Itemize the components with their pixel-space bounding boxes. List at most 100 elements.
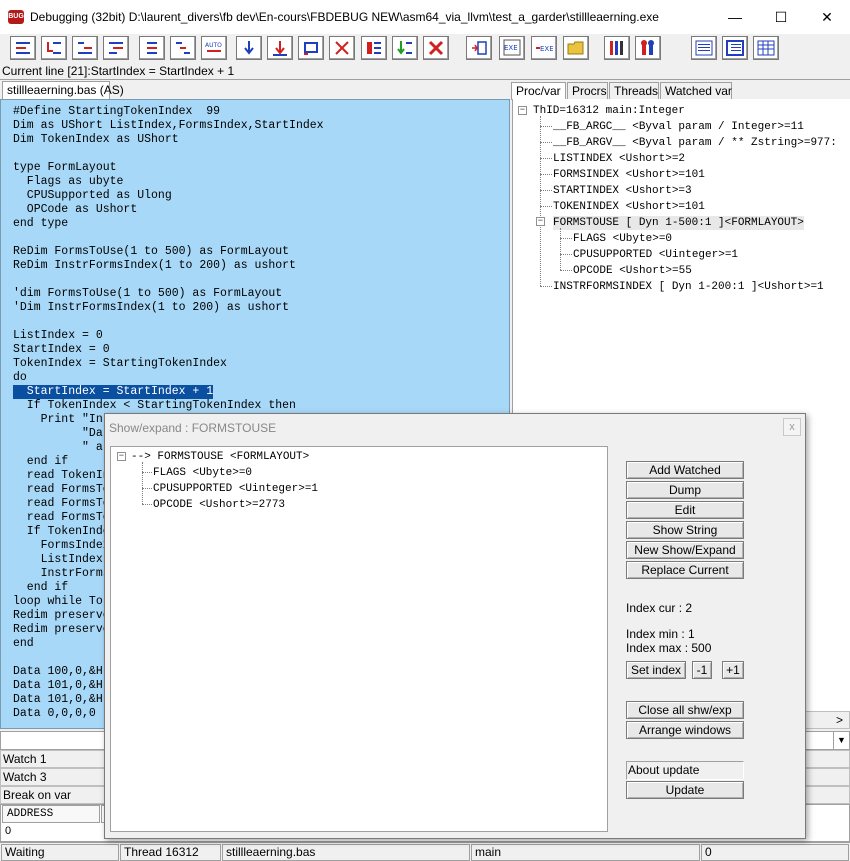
- source-line[interactable]: CPUSupported as Ulong: [13, 189, 172, 203]
- step-button[interactable]: [10, 36, 36, 60]
- close-all-show-expand-button[interactable]: Close all shw/exp: [626, 701, 744, 719]
- source-line[interactable]: "Da: [13, 427, 103, 441]
- tree-node-instrformsindex[interactable]: INSTRFORMSINDEX [ Dyn 1-200:1 ]<Ushort>=…: [553, 280, 824, 294]
- attach-exe-button[interactable]: EXE: [531, 36, 557, 60]
- edit-button[interactable]: Edit: [626, 501, 744, 519]
- source-line[interactable]: OPCode as Ushort: [13, 203, 137, 217]
- dialog-tree-opcode[interactable]: OPCODE <Ushort>=2773: [153, 498, 285, 512]
- source-line[interactable]: " a: [13, 441, 103, 455]
- dialog-tree-cpusupported[interactable]: CPUSUPPORTED <Uinteger>=1: [153, 482, 318, 496]
- replace-current-button[interactable]: Replace Current: [626, 561, 744, 579]
- source-line[interactable]: end: [13, 637, 34, 651]
- run-button[interactable]: [236, 36, 262, 60]
- tree-node-listindex[interactable]: LISTINDEX <Ushort>=2: [553, 152, 685, 166]
- breakpoint-button[interactable]: [361, 36, 387, 60]
- dialog-close-icon[interactable]: x: [783, 418, 801, 436]
- tree-node-fb-argv[interactable]: __FB_ARGV__ <Byval param / ** Zstring>=9…: [553, 136, 837, 150]
- source-line[interactable]: If TokenIndex < StartingTokenIndex then: [13, 399, 296, 413]
- source-line[interactable]: Dim as UShort ListIndex,FormsIndex,Start…: [13, 119, 324, 133]
- source-line[interactable]: Print "In: [13, 413, 103, 427]
- tree-node-startindex[interactable]: STARTINDEX <Ushort>=3: [553, 184, 692, 198]
- step-out-button[interactable]: [103, 36, 129, 60]
- dialog-tree[interactable]: − --> FORMSTOUSE <FORMLAYOUT> FLAGS <Uby…: [110, 446, 608, 832]
- source-line[interactable]: ListIndex = 0: [13, 329, 103, 343]
- layout-button-3[interactable]: [753, 36, 779, 60]
- tree-node-fb-argc[interactable]: __FB_ARGC__ <Byval param / Integer>=11: [553, 120, 804, 134]
- maximize-button[interactable]: ☐: [758, 0, 804, 34]
- source-line[interactable]: ReDim FormsToUse(1 to 500) as FormLayout: [13, 245, 289, 259]
- source-line[interactable]: loop while To: [13, 595, 103, 609]
- source-line[interactable]: read TokenIn: [13, 469, 110, 483]
- source-line[interactable]: end if: [13, 455, 68, 469]
- source-line[interactable]: FormsIndex: [13, 539, 110, 553]
- restart-button[interactable]: [466, 36, 492, 60]
- source-line[interactable]: #Define StartingTokenIndex 99: [13, 105, 220, 119]
- minimize-button[interactable]: —: [712, 0, 758, 34]
- settings-button[interactable]: [604, 36, 630, 60]
- tree-node-cpusupported[interactable]: CPUSUPPORTED <Uinteger>=1: [573, 248, 738, 262]
- show-string-button[interactable]: Show String: [626, 521, 744, 539]
- dump-button[interactable]: Dump: [626, 481, 744, 499]
- new-show-expand-button[interactable]: New Show/Expand: [626, 541, 744, 559]
- breakpoint-temp-button[interactable]: [392, 36, 418, 60]
- fast-run-button[interactable]: [267, 36, 293, 60]
- step-over-button[interactable]: [72, 36, 98, 60]
- chevron-down-icon[interactable]: ▼: [833, 732, 849, 749]
- tree-node-formsindex[interactable]: FORMSINDEX <Ushort>=101: [553, 168, 705, 182]
- tab-proc-var[interactable]: Proc/var: [511, 82, 566, 100]
- source-line[interactable]: ReDim InstrFormsIndex(1 to 200) as ushor…: [13, 259, 296, 273]
- source-line[interactable]: ListIndex: [13, 553, 103, 567]
- address-column-header[interactable]: ADDRESS: [2, 805, 100, 823]
- tree-node-thread[interactable]: ThID=16312 main:Integer: [533, 104, 685, 118]
- kill-button[interactable]: [423, 36, 449, 60]
- run-to-cursor-button[interactable]: [139, 36, 165, 60]
- auto-button[interactable]: AUTO: [201, 36, 227, 60]
- open-file-button[interactable]: [563, 36, 589, 60]
- source-line[interactable]: Redim preserve: [13, 623, 110, 637]
- index-plus-button[interactable]: +1: [722, 661, 744, 679]
- update-button[interactable]: Update: [626, 781, 744, 799]
- source-line[interactable]: Data 101,0,&H: [13, 679, 103, 693]
- tab-source-file[interactable]: stillleaerning.bas (AS): [2, 81, 124, 99]
- close-button[interactable]: ✕: [804, 0, 850, 34]
- source-line[interactable]: read FormsTo: [13, 497, 110, 511]
- tree-node-tokenindex[interactable]: TOKENINDEX <Ushort>=101: [553, 200, 705, 214]
- source-line[interactable]: read FormsTo: [13, 483, 110, 497]
- source-line[interactable]: Flags as ubyte: [13, 175, 124, 189]
- index-minus-button[interactable]: -1: [692, 661, 712, 679]
- source-line[interactable]: If TokenInde: [13, 525, 110, 539]
- arrange-windows-button[interactable]: Arrange windows: [626, 721, 744, 739]
- source-line[interactable]: end if: [13, 581, 68, 595]
- scroll-right-icon[interactable]: >: [836, 712, 843, 728]
- source-line[interactable]: Dim TokenIndex as UShort: [13, 133, 179, 147]
- stop-button[interactable]: [298, 36, 324, 60]
- tree-collapse-icon[interactable]: −: [117, 452, 126, 461]
- source-line[interactable]: InstrForms: [13, 567, 110, 581]
- tree-node-formstouse[interactable]: FORMSTOUSE [ Dyn 1-500:1 ]<FORMLAYOUT>: [553, 216, 804, 230]
- source-line[interactable]: read FormsTo: [13, 511, 110, 525]
- current-source-line[interactable]: StartIndex = StartIndex + 1: [13, 385, 214, 399]
- dialog-tree-flags[interactable]: FLAGS <Ubyte>=0: [153, 466, 252, 480]
- dialog-tree-root[interactable]: --> FORMSTOUSE <FORMLAYOUT>: [131, 450, 309, 464]
- source-line[interactable]: type FormLayout: [13, 161, 117, 175]
- source-line[interactable]: StartIndex = 0: [13, 343, 110, 357]
- tree-collapse-icon[interactable]: −: [536, 217, 545, 226]
- source-line[interactable]: Redim preserve: [13, 609, 110, 623]
- tab-procrs[interactable]: Procrs: [567, 82, 608, 100]
- source-line[interactable]: TokenIndex = StartingTokenIndex: [13, 357, 227, 371]
- tree-node-opcode[interactable]: OPCODE <Ushort>=55: [573, 264, 692, 278]
- break-button[interactable]: [329, 36, 355, 60]
- source-line[interactable]: Data 0,0,0,0: [13, 707, 96, 721]
- source-line[interactable]: 'dim FormsToUse(1 to 500) as FormLayout: [13, 287, 282, 301]
- layout-button-1[interactable]: [691, 36, 717, 60]
- tab-watched-var[interactable]: Watched var: [660, 82, 732, 100]
- tree-node-flags[interactable]: FLAGS <Ubyte>=0: [573, 232, 672, 246]
- source-line[interactable]: Data 100,0,&H: [13, 665, 103, 679]
- layout-button-2[interactable]: [722, 36, 748, 60]
- add-watched-button[interactable]: Add Watched: [626, 461, 744, 479]
- set-index-button[interactable]: Set index: [626, 661, 686, 679]
- tree-collapse-icon[interactable]: −: [518, 106, 527, 115]
- multiple-exe-button[interactable]: EXE: [499, 36, 525, 60]
- tab-threads[interactable]: Threads: [609, 82, 659, 100]
- source-line[interactable]: Data 101,0,&H: [13, 693, 103, 707]
